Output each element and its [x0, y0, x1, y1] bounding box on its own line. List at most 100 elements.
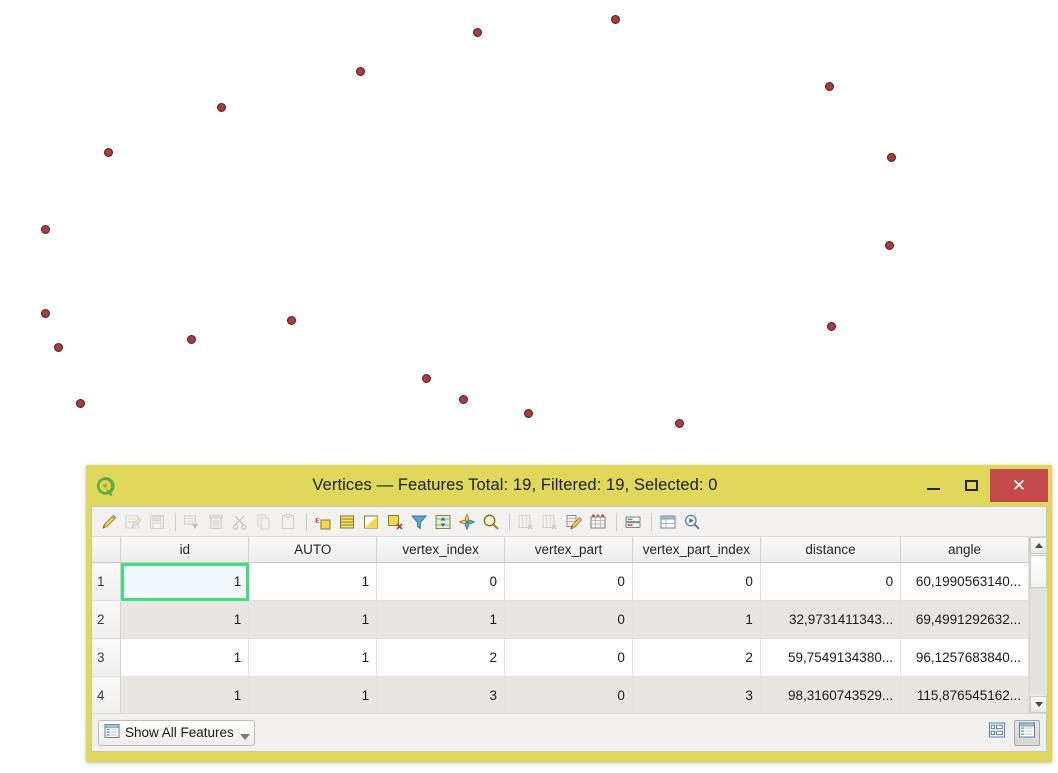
map-point-marker[interactable]	[674, 418, 684, 428]
table-row[interactable]: 1 1 1 0 0 0 0 60,1990563140...	[92, 562, 1029, 601]
cell-angle[interactable]: 96,1257683840...	[900, 638, 1029, 677]
map-point-marker[interactable]	[523, 408, 533, 418]
table-view-button[interactable]	[1014, 719, 1040, 746]
column-header-vertex_part_index[interactable]: vertex_part_index	[632, 537, 761, 563]
map-point-marker[interactable]	[53, 342, 63, 352]
copy-features-icon[interactable]	[253, 511, 275, 533]
grid-viewport[interactable]: id AUTO vertex_index vertex_part vertex_…	[92, 537, 1029, 713]
chevron-down-icon[interactable]	[239, 733, 250, 740]
cell-angle[interactable]: 60,1990563140...	[900, 562, 1029, 601]
organize-columns-icon[interactable]	[657, 511, 679, 533]
cell-id[interactable]: 1	[120, 600, 250, 639]
cell-auto[interactable]: 1	[248, 562, 378, 601]
cut-features-icon[interactable]	[229, 511, 251, 533]
map-point-marker[interactable]	[458, 394, 468, 404]
map-point-marker[interactable]	[216, 102, 226, 112]
close-button[interactable]: ✕	[990, 469, 1048, 502]
invert-selection-icon[interactable]	[360, 511, 382, 533]
cell-id[interactable]: 1	[120, 676, 250, 713]
column-header-vertex_part[interactable]: vertex_part	[504, 537, 633, 563]
table-row[interactable]: 2 1 1 1 0 1 32,9731411343... 69,49912926…	[92, 600, 1029, 639]
scrollbar-thumb[interactable]	[1030, 555, 1047, 588]
delete-selected-features-icon[interactable]	[205, 511, 227, 533]
cell-distance[interactable]: 0	[760, 562, 902, 601]
map-point-marker[interactable]	[40, 308, 50, 318]
row-number[interactable]: 4	[92, 676, 122, 713]
map-point-marker[interactable]	[886, 152, 896, 162]
scrollbar-track[interactable]	[1030, 588, 1047, 695]
map-point-marker[interactable]	[286, 315, 296, 325]
cell-vertex_part_index[interactable]: 0	[632, 562, 761, 601]
cell-vertex_part[interactable]: 0	[504, 562, 633, 601]
minimize-button[interactable]	[914, 465, 952, 506]
select-all-icon[interactable]	[336, 511, 358, 533]
maximize-button[interactable]	[952, 465, 990, 506]
cell-distance[interactable]: 32,9731411343...	[760, 600, 902, 639]
map-point-marker[interactable]	[884, 240, 894, 250]
cell-vertex_index[interactable]: 2	[376, 638, 506, 677]
filter-selection-icon[interactable]	[408, 511, 430, 533]
cell-distance[interactable]: 98,3160743529...	[760, 676, 902, 713]
cell-vertex_part_index[interactable]: 2	[632, 638, 761, 677]
zoom-map-to-selected-icon[interactable]	[480, 511, 502, 533]
open-field-calculator-icon[interactable]	[563, 511, 585, 533]
row-number[interactable]: 1	[92, 562, 122, 601]
cell-auto[interactable]: 1	[248, 638, 378, 677]
map-point-marker[interactable]	[826, 321, 836, 331]
map-point-marker[interactable]	[421, 373, 431, 383]
cell-vertex_index[interactable]: 3	[376, 676, 506, 713]
vertical-scrollbar[interactable]	[1029, 537, 1047, 713]
column-header-distance[interactable]: distance	[760, 537, 902, 563]
cell-id[interactable]: 1	[120, 562, 250, 601]
row-number[interactable]: 3	[92, 638, 122, 677]
conditional-formatting-icon[interactable]	[587, 511, 609, 533]
table-row[interactable]: 3 1 1 2 0 2 59,7549134380... 96,12576838…	[92, 638, 1029, 677]
cell-auto[interactable]: 1	[248, 600, 378, 639]
column-header-id[interactable]: id	[120, 537, 250, 563]
deselect-all-icon[interactable]	[384, 511, 406, 533]
cell-vertex_part[interactable]: 0	[504, 638, 633, 677]
column-header-auto[interactable]: AUTO	[248, 537, 378, 563]
pan-map-to-selected-icon[interactable]	[456, 511, 478, 533]
table-row[interactable]: 4 1 1 3 0 3 98,3160743529... 115,8765451…	[92, 676, 1029, 713]
scroll-up-arrow-icon[interactable]	[1030, 537, 1047, 554]
multi-edit-icon[interactable]	[122, 511, 144, 533]
cell-vertex_index[interactable]: 1	[376, 600, 506, 639]
cell-distance[interactable]: 59,7549134380...	[760, 638, 902, 677]
window-title-bar[interactable]: Vertices — Features Total: 19, Filtered:…	[86, 465, 1052, 506]
column-header-vertex_index[interactable]: vertex_index	[376, 537, 506, 563]
reload-table-icon[interactable]	[181, 511, 203, 533]
cell-vertex_part_index[interactable]: 3	[632, 676, 761, 713]
cell-id[interactable]: 1	[120, 638, 250, 677]
scroll-down-arrow-icon[interactable]	[1030, 696, 1047, 713]
cell-auto[interactable]: 1	[248, 676, 378, 713]
map-point-marker[interactable]	[40, 224, 50, 234]
cell-angle[interactable]: 69,4991292632...	[900, 600, 1029, 639]
select-by-expression-icon[interactable]: ε	[312, 511, 334, 533]
column-header-angle[interactable]: angle	[900, 537, 1029, 563]
row-number[interactable]: 2	[92, 600, 122, 639]
delete-field-icon[interactable]	[539, 511, 561, 533]
map-point-marker[interactable]	[75, 398, 85, 408]
cell-vertex_index[interactable]: 0	[376, 562, 506, 601]
cell-vertex_part[interactable]: 0	[504, 676, 633, 713]
cell-angle[interactable]: 115,876545162...	[900, 676, 1029, 713]
zoom-actions-icon[interactable]	[681, 511, 703, 533]
map-point-marker[interactable]	[610, 14, 620, 24]
new-field-icon[interactable]	[515, 511, 537, 533]
actions-icon[interactable]	[622, 511, 644, 533]
map-point-marker[interactable]	[472, 27, 482, 37]
cell-vertex_part_index[interactable]: 1	[632, 600, 761, 639]
cell-vertex_part[interactable]: 0	[504, 600, 633, 639]
map-point-marker[interactable]	[103, 147, 113, 157]
map-point-marker[interactable]	[186, 334, 196, 344]
toggle-editing-pencil-icon[interactable]	[98, 511, 120, 533]
toolbar-separator	[306, 512, 307, 531]
paste-features-icon[interactable]	[277, 511, 299, 533]
map-point-marker[interactable]	[355, 66, 365, 76]
map-point-marker[interactable]	[824, 81, 834, 91]
move-selection-to-top-icon[interactable]	[432, 511, 454, 533]
save-edits-icon[interactable]	[146, 511, 168, 533]
form-view-button[interactable]	[984, 720, 1010, 746]
show-all-features-button[interactable]: Show All Features	[98, 719, 255, 746]
